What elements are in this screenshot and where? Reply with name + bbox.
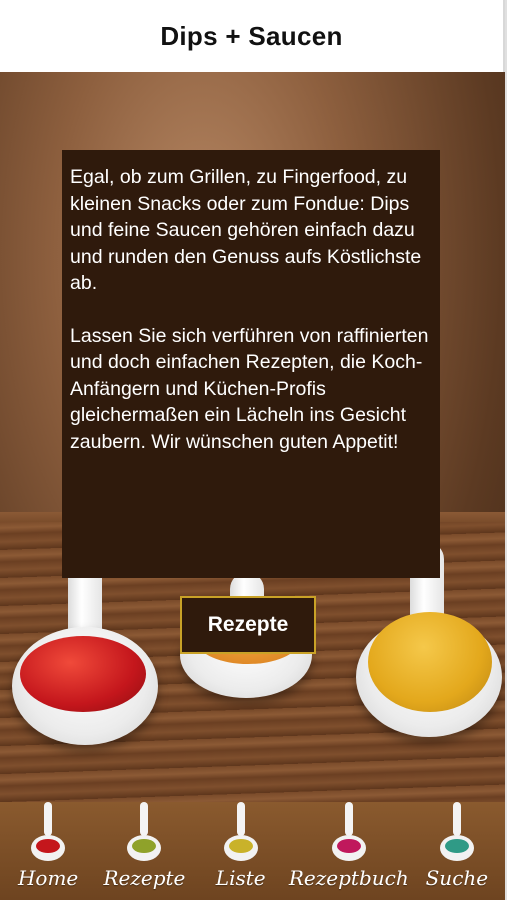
mustard-sauce xyxy=(368,612,492,712)
tab-bar: Home Rezepte Liste Rezeptbuch Suche xyxy=(0,802,505,900)
recipes-button[interactable]: Rezepte xyxy=(180,596,316,654)
intro-paragraph-2: Lassen Sie sich verführen von raffiniert… xyxy=(70,324,429,453)
tab-rezepte-label: Rezepte xyxy=(103,866,186,890)
tab-rezeptbuch[interactable]: Rezeptbuch xyxy=(289,802,409,900)
intro-paragraph-1: Egal, ob zum Grillen, zu Fingerfood, zu … xyxy=(70,166,422,294)
intro-text-panel: Egal, ob zum Grillen, zu Fingerfood, zu … xyxy=(62,150,440,578)
hero-background-image: Egal, ob zum Grillen, zu Fingerfood, zu … xyxy=(0,72,505,802)
spoon-green-sauce-icon xyxy=(127,802,162,861)
tab-suche-label: Suche xyxy=(425,866,489,890)
tab-home-label: Home xyxy=(17,866,79,890)
tab-liste[interactable]: Liste xyxy=(193,802,289,900)
spoon-teal-sauce-icon xyxy=(439,802,474,861)
tab-rezepte[interactable]: Rezepte xyxy=(96,802,192,900)
tab-rezeptbuch-label: Rezeptbuch xyxy=(288,866,409,890)
spoon-red-sauce-icon xyxy=(31,802,66,861)
tab-liste-label: Liste xyxy=(215,866,266,890)
spoon-yellow-sauce-icon xyxy=(223,802,258,861)
app-header: Dips + Saucen xyxy=(0,0,505,72)
tab-suche[interactable]: Suche xyxy=(409,802,505,900)
page-title: Dips + Saucen xyxy=(160,20,343,51)
spoon-pink-sauce-icon xyxy=(331,802,366,861)
tab-home[interactable]: Home xyxy=(0,802,96,900)
ketchup-sauce xyxy=(20,636,146,712)
